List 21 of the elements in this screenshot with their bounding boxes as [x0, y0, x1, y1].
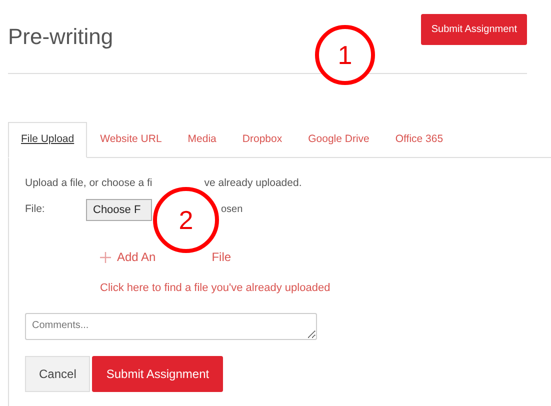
instructions-text: Upload a file, or choose a fi	[25, 176, 152, 191]
page-title: Pre-writing	[8, 23, 114, 51]
comments-field[interactable]: Comments...	[25, 312, 317, 340]
tab[interactable]: File Upload	[8, 122, 88, 158]
tab[interactable]: Google Drive	[295, 122, 382, 158]
callout-number: 1	[315, 25, 375, 85]
callout-number: 2	[153, 187, 219, 253]
file-label: File:	[25, 202, 46, 217]
tab[interactable]: Dropbox	[229, 122, 296, 158]
tab[interactable]: Media	[174, 122, 230, 158]
add-file-link[interactable]: Add An	[100, 251, 156, 264]
find-file-link[interactable]: Click here to find a file you've already uploaded	[100, 280, 330, 297]
submit-assignment-button[interactable]: Submit Assignment	[421, 14, 527, 45]
choose-file-button[interactable]: Choose F	[86, 198, 152, 221]
add-file-link[interactable]: File	[212, 251, 232, 264]
submit-assignment-button[interactable]: Submit Assignment	[92, 356, 224, 392]
no-file-text: osen	[221, 203, 243, 218]
plus-icon	[100, 252, 111, 264]
cancel-button[interactable]: Cancel	[25, 356, 90, 392]
tab[interactable]: Website URL	[87, 122, 175, 158]
tab[interactable]: Office 365	[382, 122, 456, 158]
